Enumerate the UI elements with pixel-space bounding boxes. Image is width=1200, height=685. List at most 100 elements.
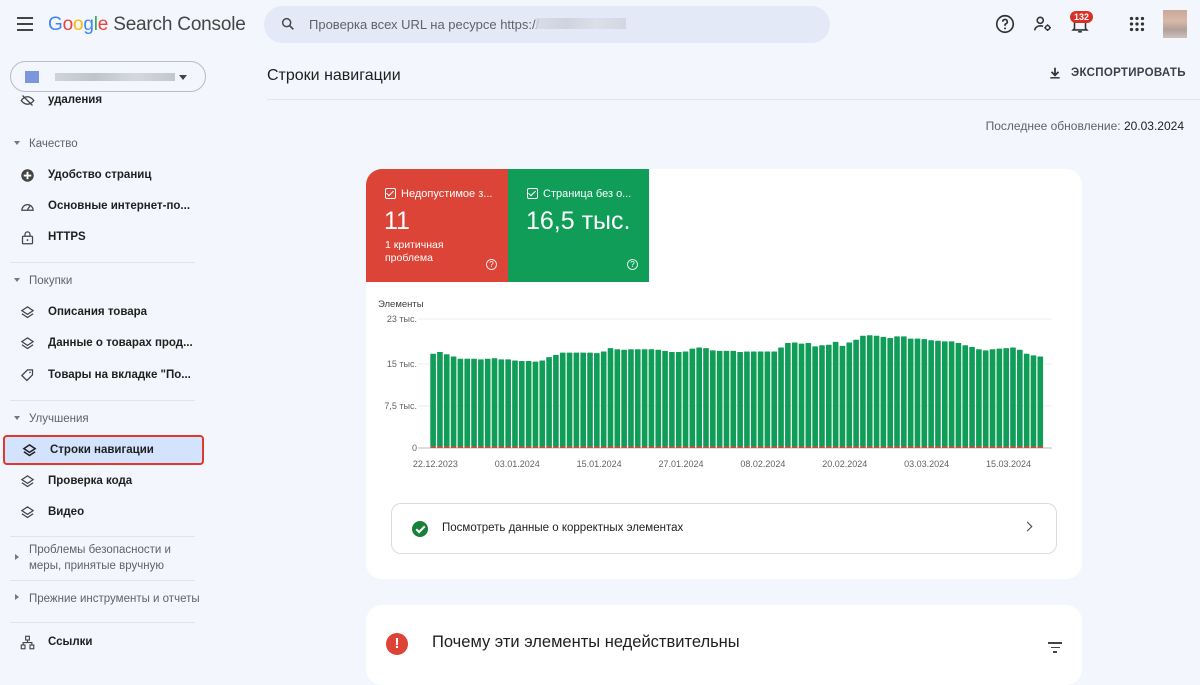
bar-invalid: [948, 446, 955, 448]
bar-invalid: [764, 446, 771, 448]
bar-invalid: [430, 446, 436, 448]
bar-invalid: [655, 446, 662, 448]
bar-invalid: [812, 446, 818, 448]
bar-invalid: [1017, 446, 1023, 448]
sidebar-item-merchant-listings[interactable]: Данные о товарах прод...: [0, 328, 205, 358]
sidebar-item-page-experience[interactable]: Удобство страниц: [0, 160, 205, 190]
sidebar-item-breadcrumbs[interactable]: Строки навигации: [3, 435, 204, 465]
account-avatar[interactable]: [1163, 10, 1187, 38]
main-menu-icon[interactable]: [17, 17, 33, 31]
help-icon[interactable]: ?: [627, 259, 638, 270]
property-favicon: [25, 71, 39, 83]
sidebar-section-enhancements[interactable]: Улучшения: [0, 409, 205, 429]
bar-invalid: [955, 446, 962, 448]
bar-valid: [935, 340, 941, 447]
valid-items-tile[interactable]: Страница без о... 16,5 тыс. ?: [508, 169, 649, 282]
bar-invalid: [471, 446, 477, 448]
bar-valid: [737, 352, 743, 447]
apps-grid-icon[interactable]: [1126, 13, 1148, 35]
bar-invalid: [825, 446, 832, 448]
bar-invalid: [607, 446, 614, 448]
sidebar-item-video[interactable]: Видео: [0, 497, 205, 527]
search-icon: [281, 17, 294, 30]
sidebar-item-code-check[interactable]: Проверка кода: [0, 466, 205, 496]
search-console-logo[interactable]: Google Search Console: [48, 14, 246, 36]
bar-invalid: [484, 446, 491, 448]
bar-invalid: [648, 446, 655, 448]
bar-chart-svg: 0 7,5 тыс. 15 тыс. 23 тыс. 22.12.2023 03.01.2…: [384, 314, 1052, 469]
manage-users-icon[interactable]: [1032, 13, 1054, 35]
url-inspection-search[interactable]: Проверка всех URL на ресурсе https://: [264, 6, 830, 43]
main-content: Строки навигации ЭКСПОРТИРОВАТЬ Последне…: [248, 52, 1200, 685]
view-valid-items-link[interactable]: Посмотреть данные о корректных элементах: [391, 503, 1057, 554]
tag-icon: [20, 368, 34, 381]
filter-icon[interactable]: [1048, 642, 1062, 653]
checkbox-checked-icon[interactable]: [385, 188, 396, 199]
bar-invalid: [662, 446, 668, 448]
bar-valid: [914, 338, 921, 447]
sidebar-item-core-web-vitals[interactable]: Основные интернет-по...: [0, 191, 205, 221]
y-tick-label: 7,5 тыс.: [384, 401, 417, 411]
last-updated-label: Последнее обновление:: [985, 119, 1121, 133]
bar-valid: [798, 343, 805, 447]
bar-valid: [559, 352, 566, 447]
help-icon[interactable]: [994, 13, 1016, 35]
bar-valid: [450, 356, 457, 447]
sidebar-section-legacy-tools[interactable]: Прежние инструменты и отчеты: [0, 589, 205, 609]
page-title: Строки навигации: [267, 67, 401, 84]
sidebar-divider: [10, 580, 195, 581]
bar-valid: [539, 360, 546, 447]
last-updated-date: 20.03.2024: [1123, 119, 1184, 133]
bar-valid: [832, 341, 839, 447]
check-circle-icon: [412, 521, 428, 537]
sidebar-item-product-snippets[interactable]: Описания товара: [0, 297, 205, 327]
bar-invalid: [675, 446, 682, 448]
speed-gauge-icon: [21, 203, 34, 211]
bar-invalid: [498, 446, 505, 448]
redacted-domain: [536, 18, 626, 29]
bar-valid: [655, 349, 662, 447]
bar-valid: [839, 345, 846, 447]
sidebar-item-label: Товары на вкладке "По...: [48, 369, 191, 381]
bar-invalid: [525, 446, 532, 448]
bar-invalid: [744, 446, 750, 448]
tile-value: 16,5 тыс.: [526, 207, 631, 235]
bar-valid: [491, 358, 498, 447]
x-tick-label: 20.02.2024: [822, 459, 867, 469]
sidebar-section-security[interactable]: Проблемы безопасности и меры, принятые в…: [0, 540, 205, 574]
sidebar-section-shopping[interactable]: Покупки: [0, 271, 205, 291]
section-label: Проблемы безопасности и меры, принятые в…: [29, 544, 171, 572]
sidebar-item-links[interactable]: Ссылки: [0, 627, 205, 657]
invalid-items-tile[interactable]: Недопустимое з... 11 1 критичная проблем…: [366, 169, 508, 282]
bar-invalid: [566, 446, 573, 448]
tile-subtext: 1 критичная проблема: [385, 239, 444, 264]
bar-valid: [1023, 353, 1030, 447]
bar-valid: [1017, 349, 1023, 447]
bar-valid: [675, 352, 682, 447]
bar-invalid: [880, 446, 887, 448]
sidebar-section-quality[interactable]: Качество: [0, 134, 205, 154]
bar-valid: [989, 349, 996, 447]
bar-invalid: [1037, 446, 1044, 448]
logo-product-name: Search Console: [113, 14, 246, 35]
sidebar-item-label: Строки навигации: [50, 444, 154, 456]
export-button[interactable]: ЭКСПОРТИРОВАТЬ: [1048, 66, 1186, 80]
bar-valid: [532, 361, 539, 447]
bar-invalid: [600, 446, 607, 448]
checkbox-checked-icon[interactable]: [527, 188, 538, 199]
help-icon[interactable]: ?: [486, 259, 497, 270]
search-placeholder[interactable]: Проверка всех URL на ресурсе https://: [309, 17, 539, 32]
bar-valid: [730, 350, 737, 447]
logo-letter: o: [72, 14, 84, 35]
bar-valid: [750, 351, 757, 447]
sidebar-item-label: Проверка кода: [48, 475, 133, 487]
sidebar-divider: [10, 262, 195, 263]
sidebar-item-removals[interactable]: удаления: [0, 87, 205, 113]
bar-valid: [757, 351, 764, 447]
bar-valid: [437, 352, 443, 447]
header-divider: [267, 99, 1200, 100]
bar-invalid: [853, 446, 859, 448]
sidebar-item-shopping-tab[interactable]: Товары на вкладке "По...: [0, 360, 205, 390]
bar-invalid: [860, 446, 866, 448]
sidebar-item-https[interactable]: HTTPS: [0, 222, 205, 252]
